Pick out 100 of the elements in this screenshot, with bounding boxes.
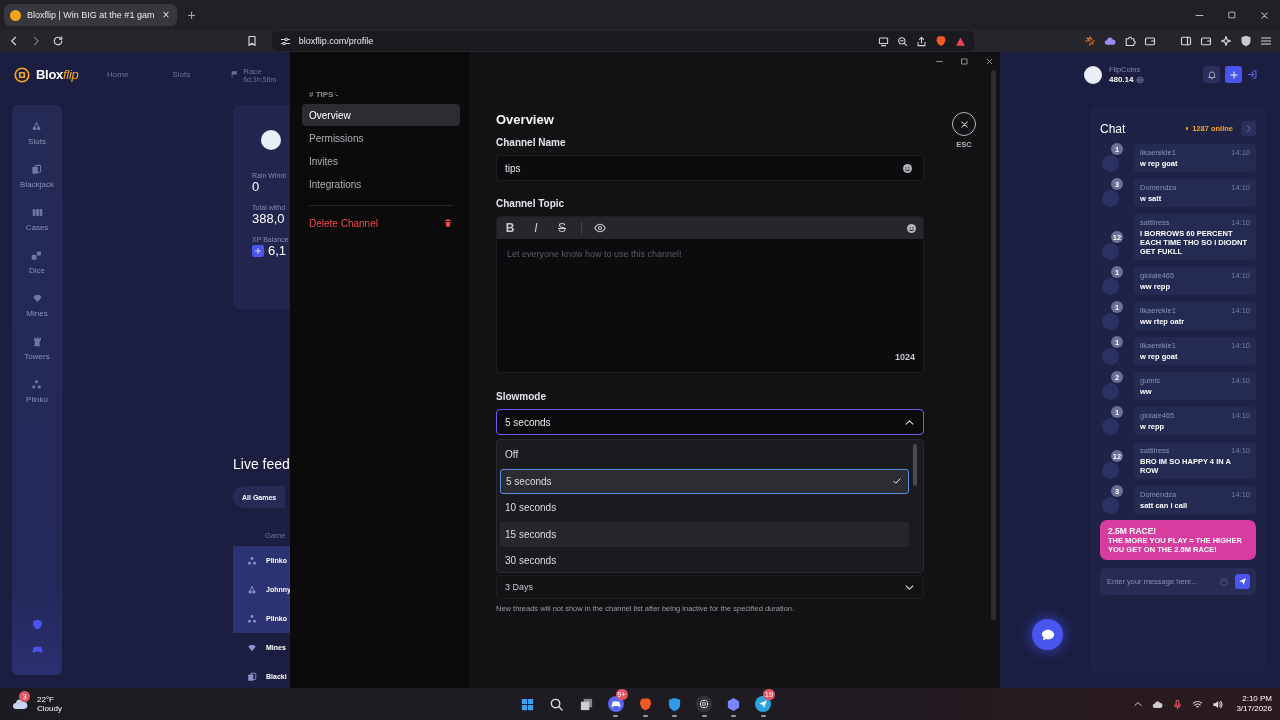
cherries-icon [247,584,257,595]
ring-icon[interactable] [699,699,709,709]
lion-icon[interactable] [637,696,653,712]
add-button[interactable] [252,244,264,257]
cherries-icon [31,121,43,132]
gamepad-icon[interactable] [610,699,621,709]
channel-header: # TIPS - [308,90,340,99]
zoom-icon[interactable] [897,35,908,47]
field-label: Channel Name [496,137,567,149]
duration-select[interactable]: 3 Days [496,575,924,599]
menu-icon[interactable] [1260,35,1272,47]
add-button[interactable] [1225,66,1242,83]
tower-icon [31,336,43,347]
puzzle-icon[interactable] [1124,35,1136,47]
settings-tab[interactable]: Permissions [302,127,460,149]
maximize-icon[interactable] [960,56,969,66]
settings-tab[interactable]: Overview [302,104,460,126]
favicon-icon [10,9,21,21]
dropdown-option[interactable]: 10 seconds [500,495,909,521]
triangle-icon[interactable] [955,35,966,47]
screen-icon[interactable] [878,35,889,47]
close-icon[interactable] [1259,9,1270,21]
browser-tab[interactable]: Bloxflip | Win BIG at the #1 gam × [4,4,178,26]
avatar [1102,155,1119,172]
search-icon[interactable] [549,696,564,712]
cloud-icon[interactable] [1104,35,1116,47]
emoji-icon[interactable] [902,162,913,174]
slowmode-select[interactable]: 5 seconds [496,409,924,435]
site-settings-icon[interactable] [279,35,291,47]
stat-value: 388,0 [252,211,286,226]
login-icon[interactable] [1247,69,1258,80]
wallet-icon[interactable] [1144,35,1156,47]
send-button[interactable] [1235,574,1250,589]
format-button[interactable]: I [529,221,543,235]
task-view-icon[interactable] [578,696,594,712]
sidebar-item[interactable]: Mines [26,309,48,318]
delete-channel-link[interactable]: Delete Channel [309,217,378,229]
status-dot [1185,127,1189,130]
emoji-icon[interactable] [906,222,917,234]
dropdown-option[interactable]: 5 seconds [500,468,909,494]
channel-topic-field[interactable]: Let everyone know how to use this channel! 1024 [497,239,923,372]
hexagon-icon[interactable] [726,696,741,712]
scrollbar[interactable] [991,70,996,620]
paper-plane-icon[interactable] [758,699,768,709]
windows-icon[interactable] [519,696,535,712]
format-button[interactable]: S [555,221,569,235]
sidebar-item[interactable]: Plinko [26,395,48,404]
dropdown-option[interactable]: 30 seconds [500,548,909,574]
lion-icon[interactable] [935,35,947,47]
shield-icon[interactable] [1240,35,1252,47]
trash-icon[interactable] [443,218,453,228]
eye-icon[interactable] [594,222,606,234]
avatar [261,130,281,150]
format-button[interactable]: B [503,221,517,235]
microphone-icon[interactable] [1172,698,1184,710]
close-icon[interactable] [985,56,994,66]
cloud-icon[interactable] [1152,698,1164,710]
dots-icon [247,613,257,624]
stat-value: 0 [252,179,261,194]
check-icon [892,476,902,487]
sidebar-item[interactable]: Towers [24,352,50,361]
diamond-icon [31,293,43,304]
clock-time: 2:10 PM [1242,694,1272,704]
chevron-icon[interactable] [1133,699,1144,709]
sidebar-item[interactable]: Blackjack [20,180,54,189]
field-label: Channel Topic [496,198,566,210]
sidebar-item[interactable]: Cases [25,223,49,232]
chat-button[interactable] [1032,619,1063,650]
scrollbar-thumb[interactable] [913,444,917,486]
dots-icon [31,379,43,390]
address-bar[interactable]: bloxflip.com/profile [271,31,974,51]
dropdown-option[interactable]: 15 seconds [500,521,909,547]
reload-icon[interactable] [52,35,64,47]
nav-link[interactable]: Race [243,66,277,76]
sidebar-item[interactable]: Dice [29,266,45,275]
speaker-icon[interactable] [1212,698,1224,710]
channel-name-field[interactable]: tips [496,155,924,181]
close-tab-button[interactable]: × [160,9,172,21]
wallet-icon[interactable] [1200,35,1212,47]
bookmark-icon[interactable] [245,35,258,47]
clock-date: 3/17/2026 [1236,704,1272,714]
notifications-button[interactable] [1203,66,1220,83]
share-icon[interactable] [916,35,927,47]
sidebar-item[interactable]: Slots [28,137,46,146]
nav-link[interactable]: Slots [172,70,191,79]
avatar [1102,313,1119,330]
temperature: 22°F [37,695,55,704]
banner-title: 2.5M RACE! [1108,526,1158,536]
sparkle-icon[interactable] [1220,35,1232,47]
maximize-icon[interactable] [1227,9,1237,20]
settings-tab[interactable]: Integrations [302,173,460,195]
dropdown-option[interactable]: Off [500,442,909,467]
settings-tab[interactable]: Invites [302,150,460,172]
sidebar-icon[interactable] [1180,35,1192,47]
bell-icon [1206,69,1217,80]
wifi-icon[interactable] [1192,698,1204,710]
nav-link[interactable]: Home [107,70,129,79]
shield-icon[interactable] [667,696,682,712]
section-title: Live feed [233,456,290,472]
new-tab-button[interactable]: + [183,7,200,23]
